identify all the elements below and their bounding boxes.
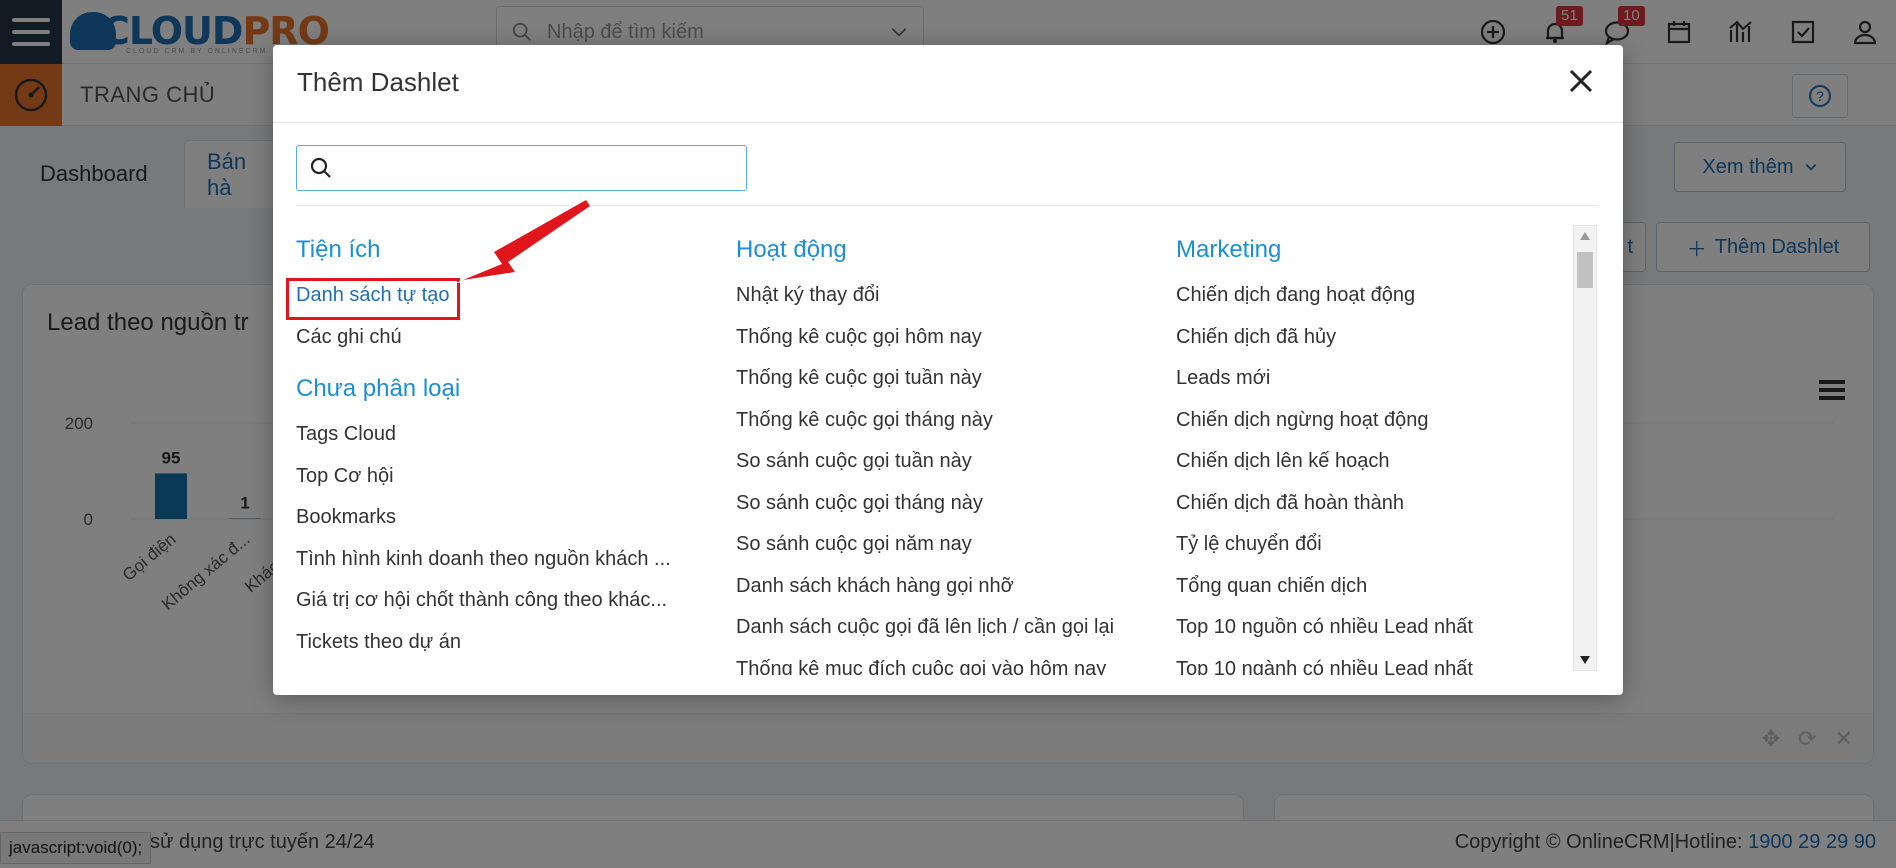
annotation-arrow-icon <box>456 196 594 283</box>
